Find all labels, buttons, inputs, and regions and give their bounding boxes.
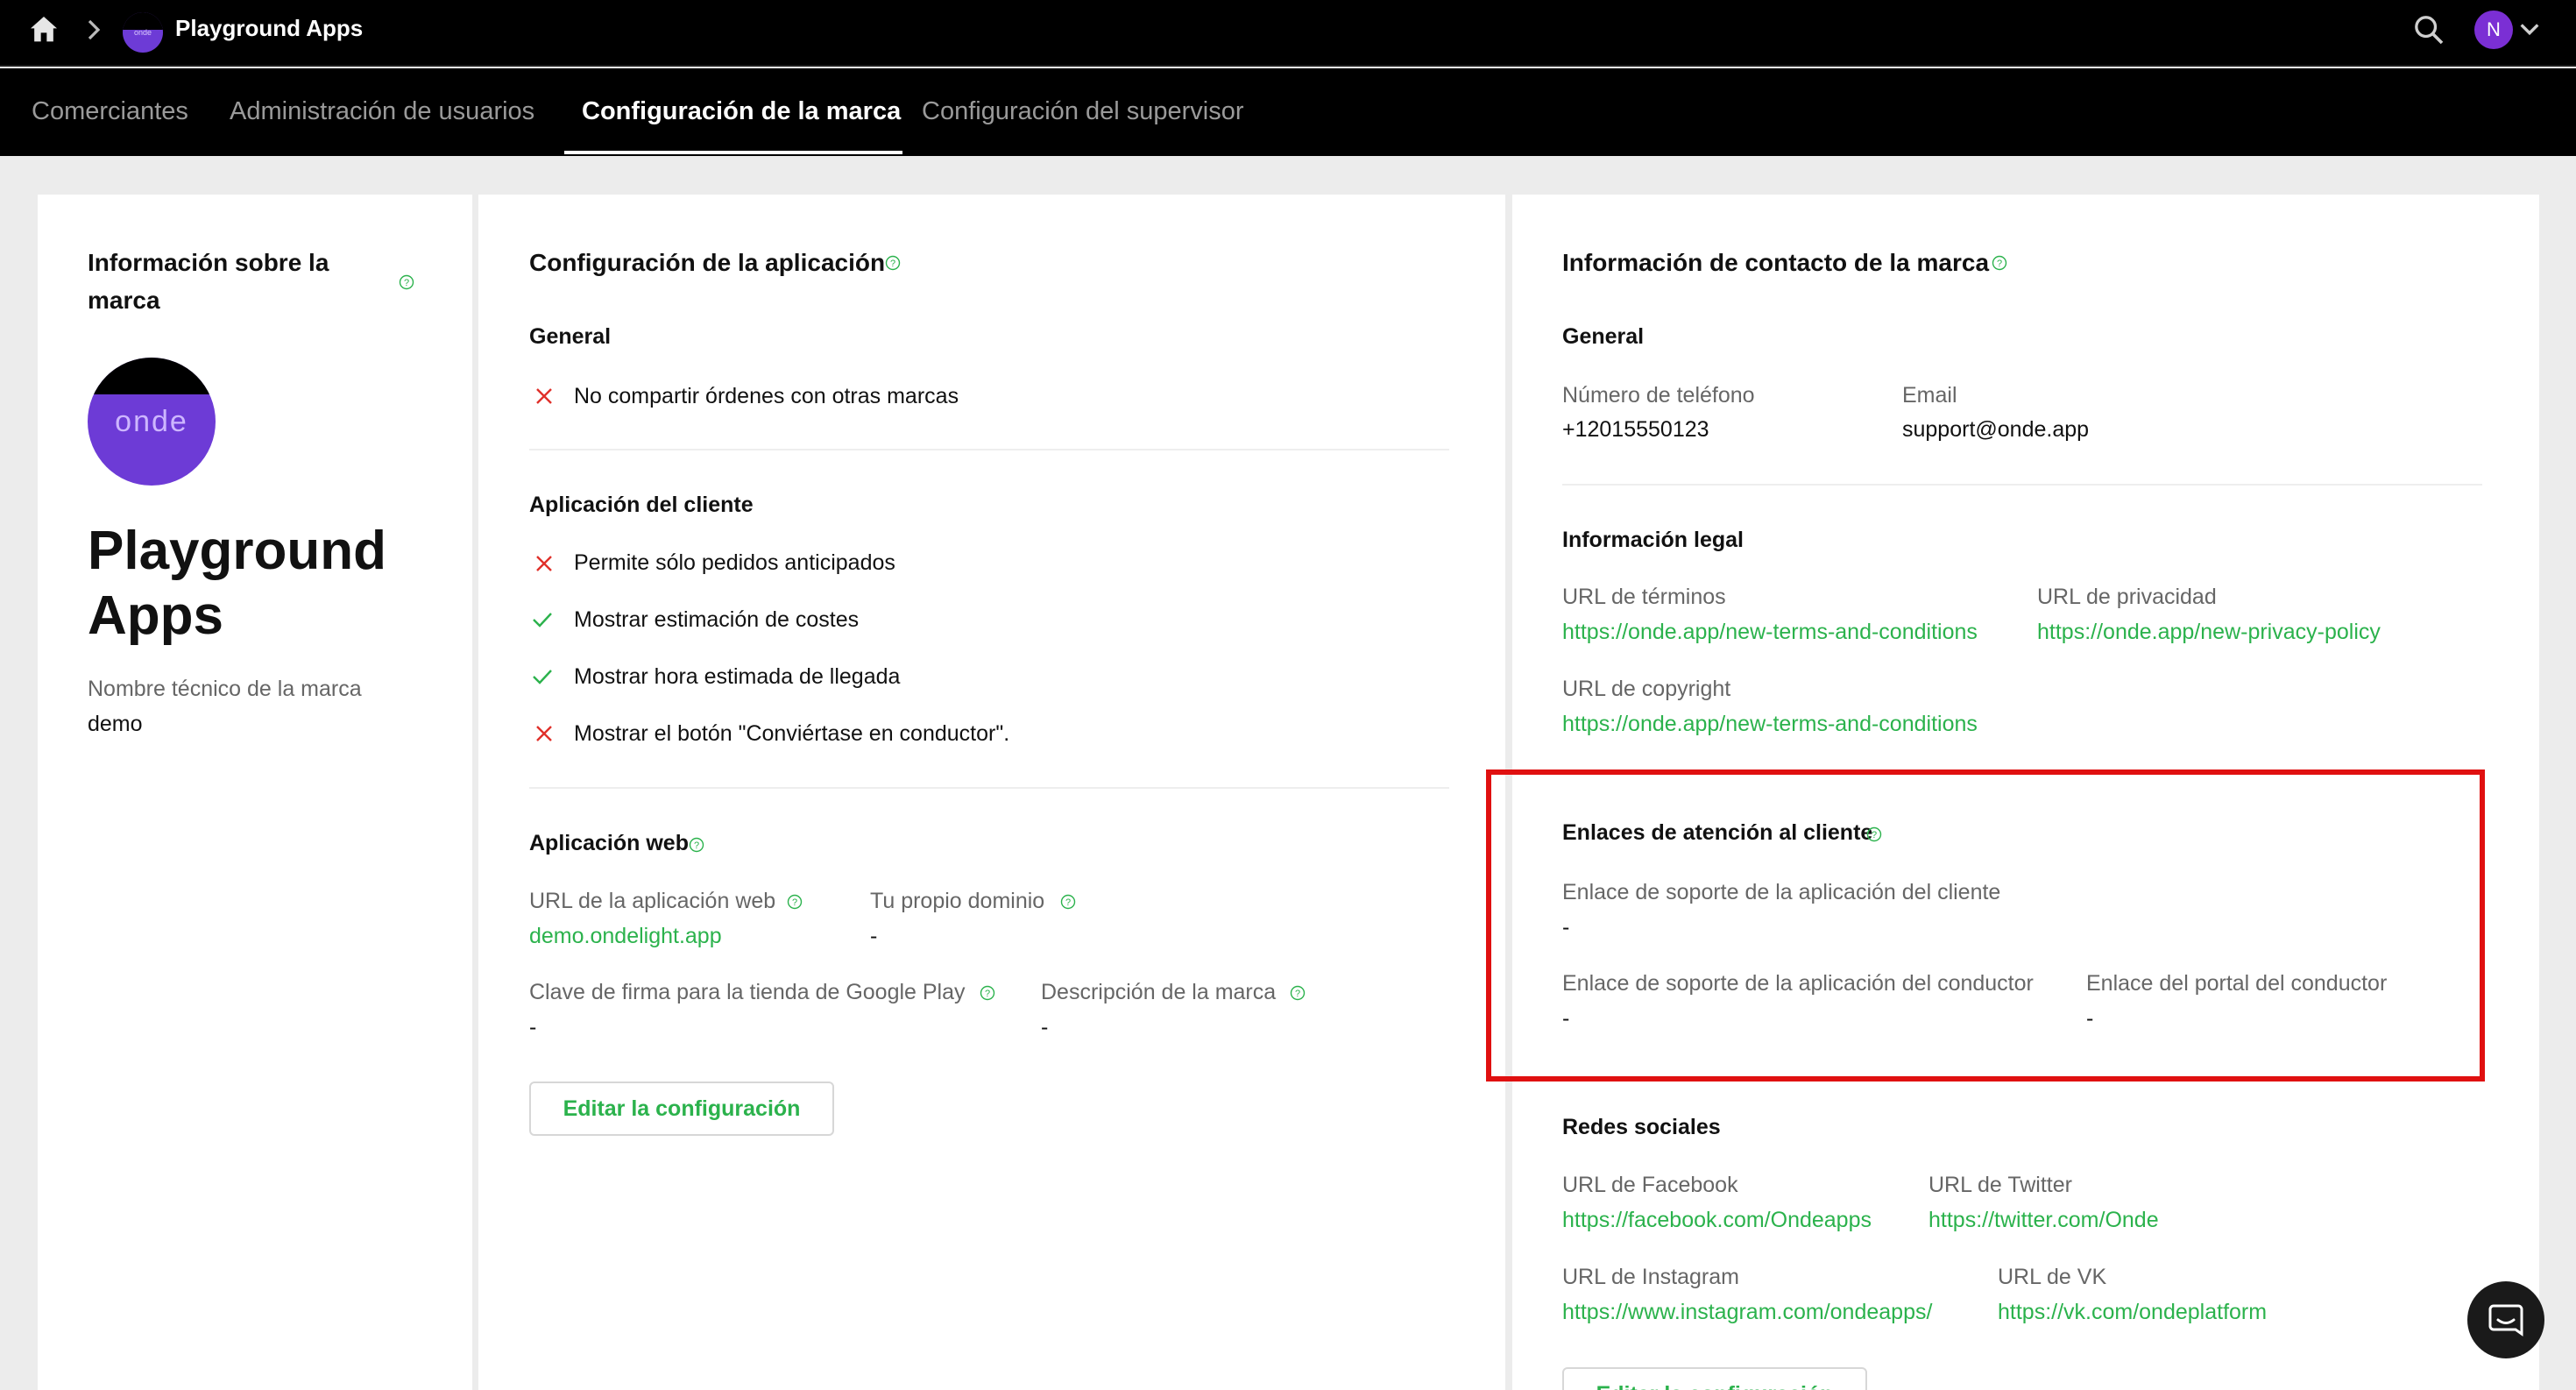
app-config-title: Configuración de la aplicación (529, 249, 886, 276)
brand-name: Playground Apps (88, 519, 386, 649)
brand-name-line-2: Apps (88, 585, 223, 646)
svg-text:?: ? (694, 840, 699, 851)
setting-show-cost-estimate: Mostrar estimación de costes (574, 607, 860, 632)
cross-icon (536, 556, 552, 571)
web-app-heading: Aplicación web (529, 831, 689, 855)
terms-url-label: URL de términos (1562, 585, 1726, 609)
app-config-card (478, 195, 1505, 1390)
facebook-url-label: URL de Facebook (1562, 1173, 1738, 1197)
chevron-down-icon[interactable] (2518, 19, 2541, 40)
legal-heading: Información legal (1562, 528, 1744, 552)
own-domain-label: Tu propio dominio (870, 889, 1045, 913)
divider (529, 787, 1449, 789)
signing-key-value: - (529, 1015, 537, 1039)
twitter-url-label: URL de Twitter (1928, 1173, 2072, 1197)
brand-info-title: Información sobre la marca (88, 249, 329, 314)
email-value: support@onde.app (1902, 417, 2090, 442)
setting-advance-orders-only: Permite sólo pedidos anticipados (574, 550, 895, 575)
tab-configuracion-supervisor[interactable]: Configuración del supervisor (922, 68, 1244, 156)
web-app-url-label: URL de la aplicación web (529, 889, 776, 913)
svg-text:?: ? (404, 278, 409, 288)
check-icon (533, 613, 552, 628)
tab-configuracion-marca[interactable]: Configuración de la marca (582, 68, 901, 156)
tech-name-value: demo (88, 712, 143, 736)
chat-icon (2488, 1304, 2523, 1337)
copyright-url-link[interactable]: https://onde.app/new-terms-and-condition… (1562, 710, 1978, 738)
user-avatar[interactable]: N (2474, 11, 2513, 49)
tab-administracion-usuarios[interactable]: Administración de usuarios (230, 68, 534, 156)
phone-value: +12015550123 (1562, 417, 1709, 442)
help-icon[interactable]: ? (885, 255, 901, 271)
tab-comerciantes[interactable]: Comerciantes (32, 68, 188, 156)
brand-logo: onde (88, 358, 216, 486)
terms-url-link[interactable]: https://onde.app/new-terms-and-condition… (1562, 618, 1978, 646)
own-domain-value: - (870, 924, 878, 948)
privacy-url-label: URL de privacidad (2037, 585, 2217, 609)
help-icon[interactable]: ? (689, 837, 704, 853)
help-icon[interactable]: ? (1992, 255, 2007, 271)
svg-text:?: ? (890, 259, 895, 269)
help-icon[interactable]: ? (787, 894, 803, 910)
help-icon[interactable]: ? (1060, 894, 1076, 910)
twitter-url-link[interactable]: https://twitter.com/Onde (1928, 1206, 2159, 1234)
svg-text:?: ? (792, 897, 797, 908)
signing-key-label: Clave de firma para la tienda de Google … (529, 980, 966, 1004)
general-heading: General (529, 324, 612, 349)
facebook-url-link[interactable]: https://facebook.com/Ondeapps (1562, 1206, 1872, 1234)
copyright-url-label: URL de copyright (1562, 677, 1731, 701)
divider (1562, 484, 2482, 486)
edit-contact-config-button[interactable]: Editar la configuración (1562, 1367, 1867, 1390)
contact-info-title: Información de contacto de la marca (1562, 249, 1990, 276)
breadcrumb-chevron-icon (88, 19, 101, 40)
brand-logo-text: onde (115, 405, 188, 438)
brand-description-label: Descripción de la marca (1041, 980, 1277, 1004)
divider (529, 449, 1449, 450)
instagram-url-label: URL de Instagram (1562, 1265, 1739, 1289)
svg-text:?: ? (985, 989, 990, 999)
web-app-url-link[interactable]: demo.ondelight.app (529, 922, 722, 950)
search-icon[interactable] (2411, 12, 2446, 47)
tab-bar: Comerciantes Administración de usuarios … (0, 68, 2576, 156)
brand-description-value: - (1041, 1015, 1049, 1039)
home-icon[interactable] (26, 12, 61, 47)
help-icon[interactable]: ? (1290, 985, 1306, 1001)
help-icon[interactable]: ? (980, 985, 995, 1001)
edit-config-button[interactable]: Editar la configuración (529, 1082, 834, 1136)
check-icon (533, 670, 552, 684)
brand-name-line-1: Playground (88, 521, 387, 581)
highlight-box (1486, 769, 2485, 1082)
svg-text:?: ? (1997, 259, 2002, 269)
cross-icon (536, 726, 552, 741)
active-tab-indicator (564, 151, 902, 154)
chat-launcher-button[interactable] (2467, 1281, 2544, 1358)
email-label: Email (1902, 383, 1957, 408)
setting-no-share-orders: No compartir órdenes con otras marcas (574, 384, 959, 408)
top-bar: onde Playground Apps N (0, 0, 2576, 67)
setting-show-eta: Mostrar hora estimada de llegada (574, 664, 901, 689)
instagram-url-link[interactable]: https://www.instagram.com/ondeapps/ (1562, 1298, 1932, 1326)
contact-general-heading: General (1562, 324, 1645, 349)
svg-text:?: ? (1065, 897, 1071, 908)
setting-become-driver-button: Mostrar el botón "Conviértase en conduct… (574, 721, 1010, 746)
app-logo-text: onde (133, 28, 152, 37)
phone-label: Número de teléfono (1562, 383, 1755, 408)
svg-text:?: ? (1295, 989, 1300, 999)
help-icon[interactable]: ? (399, 274, 414, 290)
client-app-heading: Aplicación del cliente (529, 493, 754, 517)
vk-url-link[interactable]: https://vk.com/ondeplatform (1998, 1298, 2267, 1326)
privacy-url-link[interactable]: https://onde.app/new-privacy-policy (2037, 618, 2381, 646)
vk-url-label: URL de VK (1998, 1265, 2107, 1289)
app-title[interactable]: Playground Apps (175, 12, 363, 44)
cross-icon (536, 388, 552, 404)
tech-name-label: Nombre técnico de la marca (88, 677, 362, 701)
app-logo: onde (123, 12, 163, 53)
social-heading: Redes sociales (1562, 1115, 1721, 1139)
